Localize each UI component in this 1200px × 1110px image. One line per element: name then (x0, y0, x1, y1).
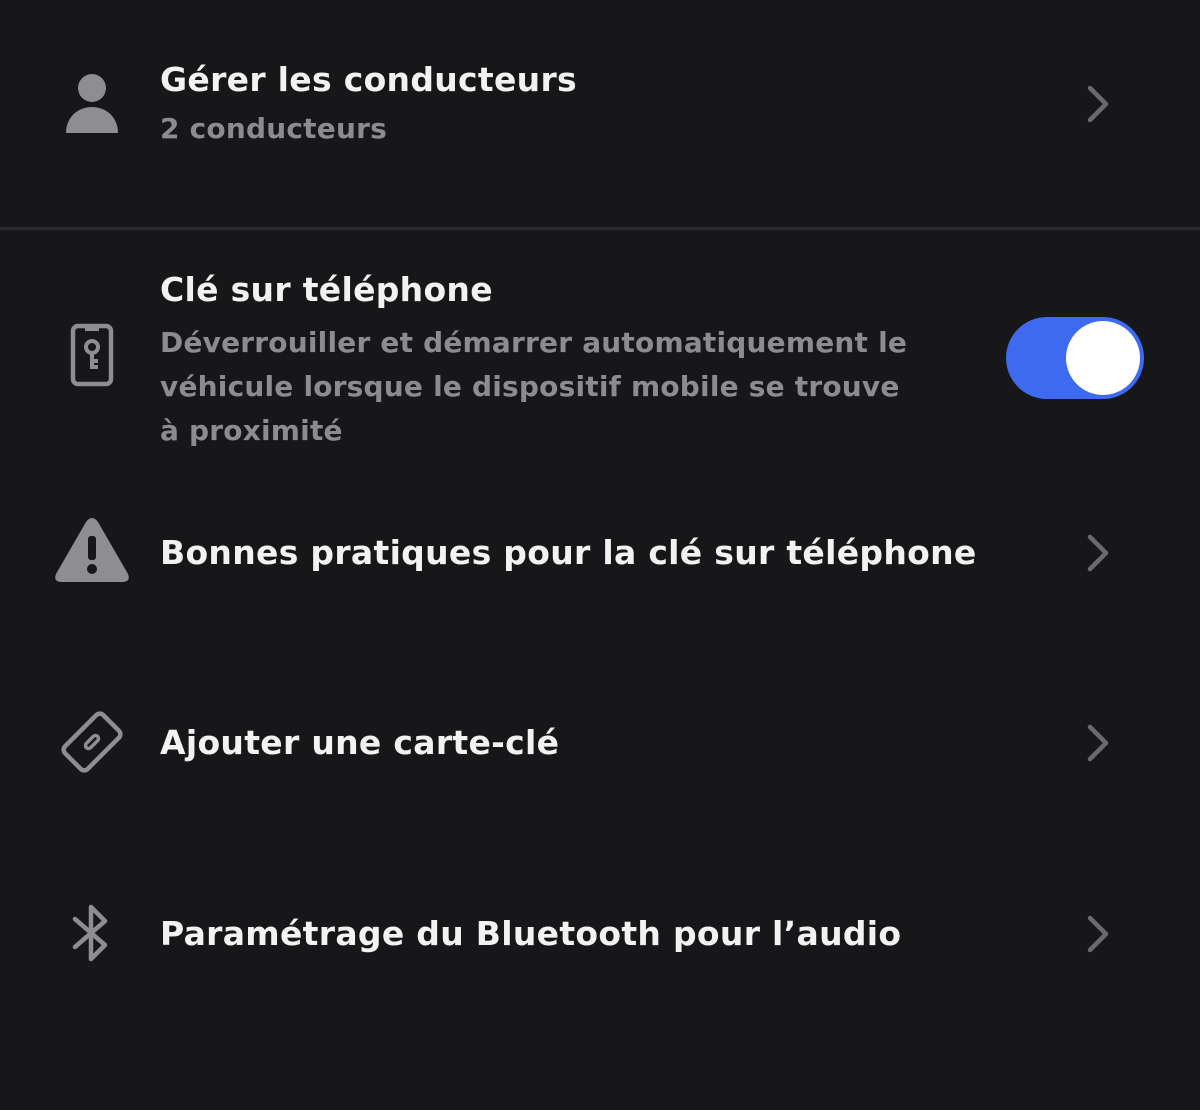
phone-key-icon (52, 322, 132, 388)
key-card-icon (52, 707, 132, 777)
warning-icon (52, 515, 132, 585)
phone-key-toggle[interactable] (1006, 317, 1144, 399)
best-practices-row[interactable]: Bonnes pratiques pour la clé sur télépho… (0, 495, 1200, 615)
toggle-knob (1066, 321, 1140, 395)
add-key-card-title: Ajouter une carte-clé (160, 723, 560, 762)
bluetooth-audio-row[interactable]: Paramétrage du Bluetooth pour l’audio (0, 876, 1200, 996)
chevron-right-icon (1087, 85, 1109, 123)
bluetooth-icon (52, 902, 132, 964)
manage-drivers-subtitle: 2 conducteurs (160, 112, 387, 145)
bluetooth-audio-title: Paramétrage du Bluetooth pour l’audio (160, 914, 902, 953)
chevron-right-icon (1087, 724, 1109, 762)
chevron-right-icon (1087, 915, 1109, 953)
manage-drivers-title: Gérer les conducteurs (160, 60, 577, 99)
add-key-card-row[interactable]: Ajouter une carte-clé (0, 685, 1200, 805)
phone-key-title: Clé sur téléphone (160, 270, 493, 309)
phone-key-description: Déverrouiller et démarrer automatiquemen… (160, 326, 908, 447)
person-icon (52, 72, 132, 136)
chevron-right-icon (1087, 534, 1109, 572)
manage-drivers-row[interactable]: Gérer les conducteurs 2 conducteurs (0, 0, 1200, 227)
best-practices-title: Bonnes pratiques pour la clé sur télépho… (160, 533, 977, 572)
